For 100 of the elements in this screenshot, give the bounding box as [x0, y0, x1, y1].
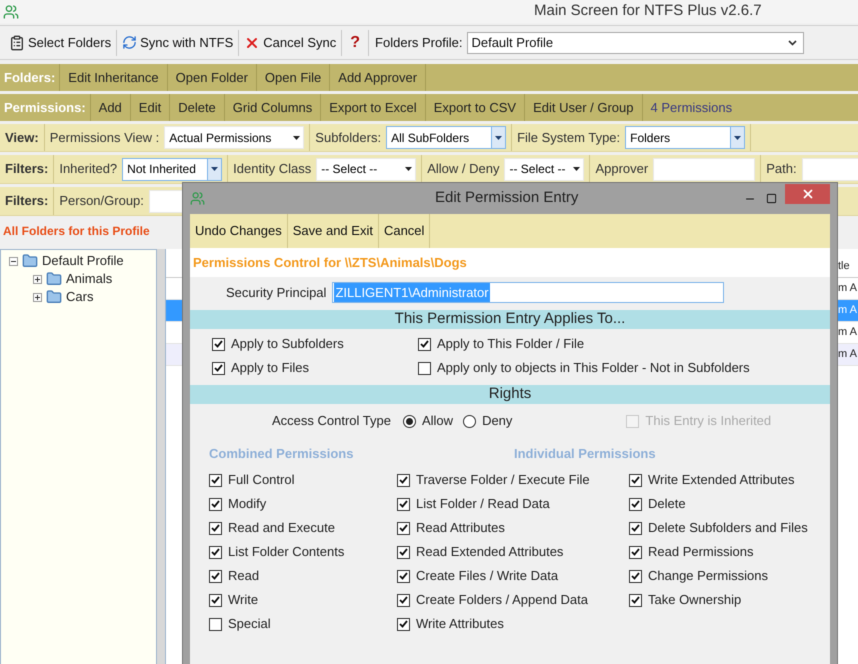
- checkbox[interactable]: [397, 474, 410, 486]
- checkbox-label: Read Extended Attributes: [416, 543, 564, 562]
- field-label: Permissions View :: [50, 128, 160, 147]
- checkbox[interactable]: [209, 522, 222, 534]
- checkbox[interactable]: [629, 474, 642, 486]
- toolbar-button[interactable]: Cancel Sync: [239, 30, 342, 56]
- action-button[interactable]: Open File: [256, 64, 330, 91]
- dropdown-arrow-icon: [572, 167, 580, 171]
- checkbox-label: Read and Execute: [228, 519, 335, 538]
- toolbar-button[interactable]: Sync with NTFS: [117, 30, 240, 56]
- action-button[interactable]: Export to Excel: [321, 94, 426, 121]
- action-button[interactable]: Add: [90, 94, 131, 121]
- checkbox[interactable]: [212, 362, 225, 374]
- dropdown-arrow-icon: [292, 136, 300, 140]
- close-icon: [800, 186, 814, 200]
- bar-label: Filters:: [0, 155, 54, 183]
- group-title: Individual Permissions: [514, 445, 656, 463]
- checkbox[interactable]: [397, 522, 410, 534]
- dropdown-button[interactable]: [207, 158, 222, 180]
- checkbox[interactable]: [209, 546, 222, 558]
- checkbox-label: Delete Subfolders and Files: [648, 519, 808, 538]
- expand-icon[interactable]: [33, 274, 42, 284]
- field-label: Security Principal: [226, 284, 326, 302]
- checkbox-label: Read Attributes: [416, 519, 505, 538]
- profile-dropdown[interactable]: Default Profile: [467, 32, 804, 54]
- bar-label: View:: [0, 124, 45, 151]
- dropdown[interactable]: Actual Permissions: [164, 126, 304, 149]
- dropdown[interactable]: -- Select --: [504, 158, 584, 180]
- checkbox[interactable]: [397, 594, 410, 606]
- dropdown-button[interactable]: [730, 127, 744, 148]
- table-cell-text: m A: [837, 303, 857, 318]
- action-button[interactable]: Grid Columns: [224, 94, 322, 121]
- collapse-icon[interactable]: [9, 256, 18, 266]
- action-button[interactable]: Edit: [130, 94, 170, 121]
- toolbar-button[interactable]: Select Folders: [4, 30, 118, 56]
- checkbox[interactable]: [418, 338, 431, 350]
- dropdown[interactable]: Not Inherited: [122, 158, 222, 180]
- dropdown-arrow-icon: [495, 136, 502, 140]
- dropdown-arrow-icon: [211, 167, 218, 171]
- action-button[interactable]: Export to CSV: [426, 94, 526, 121]
- dropdown[interactable]: All SubFolders: [386, 126, 506, 149]
- action-button[interactable]: Open Folder: [168, 64, 257, 91]
- radio-label: Allow: [422, 412, 454, 430]
- checkbox-label: Create Folders / Append Data: [416, 591, 588, 610]
- column-header: tle: [837, 259, 850, 274]
- chevron-down-icon: [788, 40, 798, 46]
- checkbox[interactable]: [397, 498, 410, 510]
- toolbar-button[interactable]: ?: [342, 30, 370, 56]
- checkbox[interactable]: [209, 594, 222, 606]
- text-field[interactable]: [802, 158, 858, 180]
- permission-count: 4 Permissions: [650, 98, 734, 117]
- field-label: Approver: [595, 160, 648, 178]
- checkbox[interactable]: [209, 474, 222, 486]
- action-button[interactable]: Edit Inheritance: [60, 64, 168, 91]
- checkbox[interactable]: [397, 570, 410, 582]
- checkbox-label: Special: [228, 615, 271, 634]
- checkbox-label: Take Ownership: [648, 591, 742, 610]
- action-button[interactable]: Delete: [170, 94, 225, 121]
- checkbox[interactable]: [629, 594, 642, 606]
- text-field[interactable]: [653, 158, 756, 180]
- radio-button[interactable]: [402, 414, 416, 428]
- field-label: Folders Profile:: [375, 34, 462, 52]
- expand-icon[interactable]: [33, 292, 42, 302]
- tree-item[interactable]: Default Profile: [42, 251, 124, 271]
- checkbox[interactable]: [629, 570, 642, 582]
- checkbox-label: Apply only to objects in This Folder - Not in Subfolders: [437, 359, 750, 378]
- dropdown[interactable]: -- Select --: [316, 158, 416, 180]
- checkbox[interactable]: [209, 618, 222, 630]
- folder-icon: [22, 253, 38, 269]
- checkbox[interactable]: [418, 362, 431, 374]
- bar-label: Filters:: [0, 187, 54, 215]
- dropdown-arrow-icon: [404, 167, 412, 171]
- checkbox[interactable]: [209, 498, 222, 510]
- field-label: Path:: [766, 160, 797, 178]
- checkbox-label: Read: [228, 567, 260, 586]
- checkbox[interactable]: [397, 618, 410, 630]
- maximize-icon[interactable]: [766, 193, 777, 204]
- dialog-heading: Permissions Control for \\ZTS\Animals\Dogs: [193, 254, 467, 272]
- checkbox[interactable]: [629, 522, 642, 534]
- checkbox[interactable]: [629, 546, 642, 558]
- tree-item[interactable]: Cars: [66, 287, 94, 307]
- checkbox-label: Delete: [648, 495, 686, 514]
- checkbox-label: List Folder / Read Data: [416, 495, 550, 514]
- dropdown-button[interactable]: [491, 127, 506, 148]
- tree-item[interactable]: Animals: [66, 269, 112, 289]
- action-button[interactable]: Add Approver: [330, 64, 426, 91]
- close-button[interactable]: [785, 184, 830, 204]
- group-title: Combined Permissions: [209, 445, 354, 463]
- checkbox[interactable]: [397, 546, 410, 558]
- checkbox-label: This Entry is Inherited: [645, 412, 772, 430]
- radio-button[interactable]: [463, 414, 476, 428]
- field-label: Subfolders:: [315, 128, 382, 147]
- checkbox[interactable]: [212, 338, 225, 350]
- checkbox[interactable]: [629, 498, 642, 510]
- checkbox-label: Read Permissions: [648, 543, 754, 562]
- checkbox[interactable]: [209, 570, 222, 582]
- dropdown[interactable]: Folders: [625, 126, 746, 149]
- app-icon: [3, 4, 19, 20]
- dropdown-arrow-icon: [734, 136, 742, 140]
- action-button[interactable]: Edit User / Group: [525, 94, 642, 121]
